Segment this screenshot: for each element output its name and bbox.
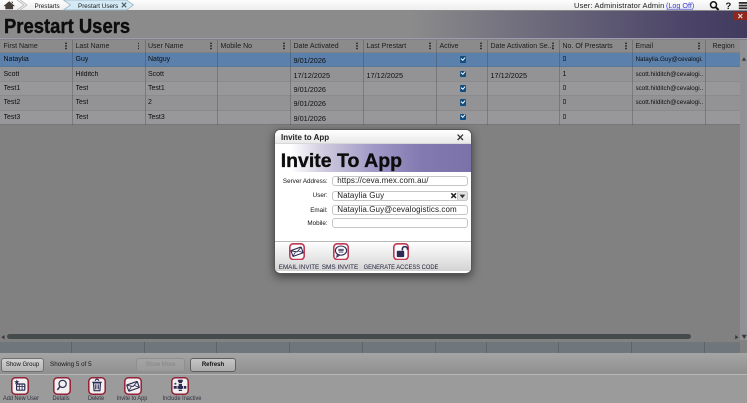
svg-text:Prestart Users: Prestart Users [78,3,118,10]
svg-text:(Log Off): (Log Off) [666,1,694,10]
svg-text:User: Administrator Admin: User: Administrator Admin [574,1,664,10]
svg-text:?: ? [726,1,732,11]
svg-text:Prestarts: Prestarts [35,3,60,10]
